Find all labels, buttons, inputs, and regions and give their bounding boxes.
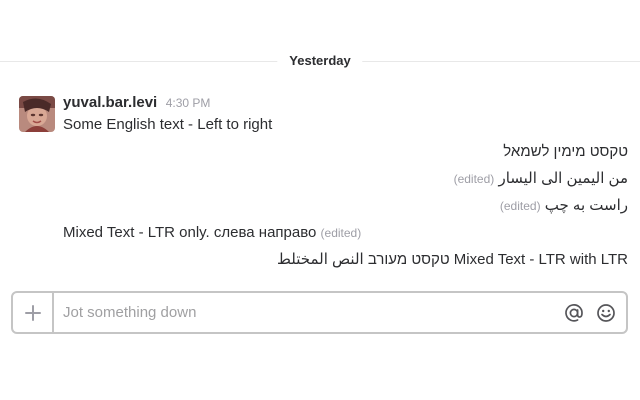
message-line-arabic: من اليمين الى اليسار (edited) xyxy=(454,169,628,189)
message-text: Mixed Text - LTR only. слева направо xyxy=(63,224,317,241)
message-composer xyxy=(11,291,628,334)
emoji-button[interactable] xyxy=(595,302,617,324)
message-input[interactable] xyxy=(57,293,552,332)
message-line-english: Some English text - Left to right xyxy=(63,115,272,135)
edited-label: (edited) xyxy=(499,199,541,213)
edited-label: (edited) xyxy=(453,172,495,186)
mention-button[interactable] xyxy=(563,302,585,324)
message-text: راست به چپ xyxy=(544,197,628,214)
message-text: טקסט מימין לשמאל xyxy=(503,143,628,160)
message-line-persian: راست به چپ (edited) xyxy=(500,196,628,216)
message-text: Some English text - Left to right xyxy=(63,116,273,133)
message-header: yuval.bar.levi 4:30 PM xyxy=(63,94,210,114)
username[interactable]: yuval.bar.levi xyxy=(63,94,157,111)
message-text: Mixed Text - LTR with LTR טקסט מעורב الن… xyxy=(277,251,628,268)
attach-button[interactable] xyxy=(13,293,54,332)
message-line-mixed-rtl: Mixed Text - LTR with LTR טקסט מעורב الن… xyxy=(277,250,628,270)
message-timestamp[interactable]: 4:30 PM xyxy=(166,96,211,110)
at-sign-icon xyxy=(565,304,583,322)
day-divider: Yesterday xyxy=(0,52,640,70)
day-divider-label: Yesterday xyxy=(277,52,363,70)
user-avatar-photo-icon xyxy=(19,96,55,132)
message-line-hebrew: טקסט מימין לשמאל xyxy=(503,142,628,162)
avatar[interactable] xyxy=(19,96,55,132)
smiley-icon xyxy=(597,304,615,322)
edited-label: (edited) xyxy=(320,226,362,240)
message-text: من اليمين الى اليسار xyxy=(498,170,628,187)
message-line-mixed-ltr: Mixed Text - LTR only. слева направо (ed… xyxy=(63,223,361,243)
plus-icon xyxy=(24,304,41,321)
